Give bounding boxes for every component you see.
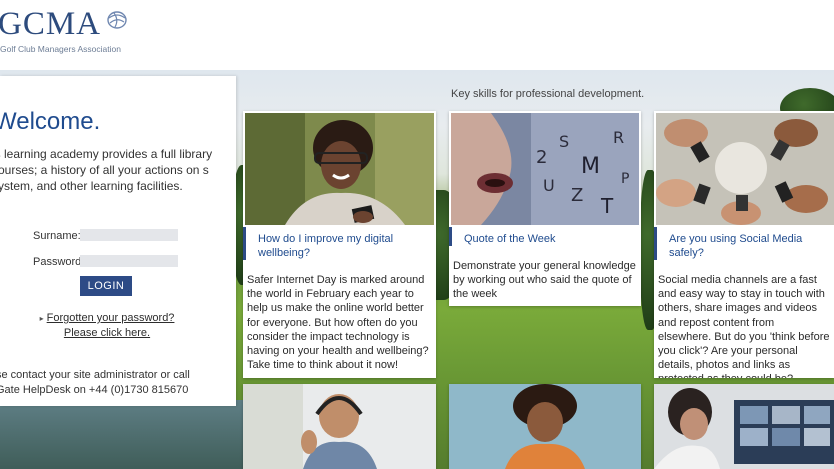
- card-title[interactable]: Quote of the Week: [449, 227, 641, 246]
- contact-line-2: Gate HelpDesk on +44 (0)1730 815670: [0, 384, 189, 396]
- card-image-hands-phones: [656, 113, 834, 225]
- article-card[interactable]: 2 S M U Z T R P Quote of the Week Demons…: [449, 111, 641, 306]
- forgot-password-block: ▸ Forgotten your password? Please click …: [37, 311, 177, 340]
- card-title[interactable]: How do I improve my digital wellbeing?: [243, 227, 436, 260]
- card-image-woman-with-phone: [245, 113, 434, 225]
- article-card[interactable]: [243, 384, 436, 469]
- card-image-man-headset: [243, 384, 436, 469]
- tagline: Key skills for professional development.: [451, 88, 645, 100]
- svg-text:P: P: [621, 171, 629, 187]
- pond: [0, 400, 250, 469]
- password-label: Password:: [33, 256, 85, 268]
- card-image-video-call: [654, 384, 834, 469]
- caret-right-icon: ▸: [39, 314, 44, 323]
- login-button[interactable]: LOGIN: [80, 276, 132, 296]
- contact-line-1: se contact your site administrator or ca…: [0, 369, 190, 381]
- logo-text: GCMA: [0, 6, 102, 42]
- card-body: Safer Internet Day is marked around the …: [243, 273, 436, 373]
- surname-label: Surname:: [33, 230, 81, 242]
- gcma-logo[interactable]: GCMA Golf Club Managers Association: [0, 4, 140, 56]
- article-card[interactable]: [449, 384, 641, 469]
- svg-text:M: M: [581, 154, 600, 179]
- card-body: Social media channels are a fast and eas…: [654, 273, 834, 378]
- svg-text:S: S: [559, 132, 569, 151]
- article-card[interactable]: [654, 384, 834, 469]
- login-panel: Welcome. is learning academy provides a …: [0, 76, 236, 406]
- card-title[interactable]: Are you using Social Media safely?: [654, 227, 834, 260]
- welcome-heading: Welcome.: [0, 108, 101, 135]
- card-body: Demonstrate your general knowledge by wo…: [449, 259, 641, 302]
- site-header: GCMA Golf Club Managers Association: [0, 0, 834, 70]
- article-card[interactable]: How do I improve my digital wellbeing? S…: [243, 111, 436, 378]
- click-here-link[interactable]: Please click here.: [64, 327, 150, 339]
- svg-text:2: 2: [536, 147, 547, 168]
- svg-text:Z: Z: [571, 185, 583, 206]
- svg-text:T: T: [600, 194, 614, 218]
- logo-subtitle: Golf Club Managers Association: [0, 44, 121, 54]
- intro-text: is learning academy provides a full libr…: [0, 147, 213, 193]
- svg-text:U: U: [543, 176, 555, 195]
- contact-text: se contact your site administrator or ca…: [0, 368, 236, 398]
- forgot-password-link[interactable]: Forgotten your password?: [47, 312, 175, 324]
- password-input[interactable]: [80, 255, 178, 267]
- card-image-woman-orange: [449, 384, 641, 469]
- svg-text:R: R: [613, 128, 624, 147]
- surname-input[interactable]: [80, 229, 178, 241]
- card-image-lips-letters: 2 S M U Z T R P: [451, 113, 639, 225]
- globe-icon: [107, 11, 127, 29]
- article-card[interactable]: Are you using Social Media safely? Socia…: [654, 111, 834, 378]
